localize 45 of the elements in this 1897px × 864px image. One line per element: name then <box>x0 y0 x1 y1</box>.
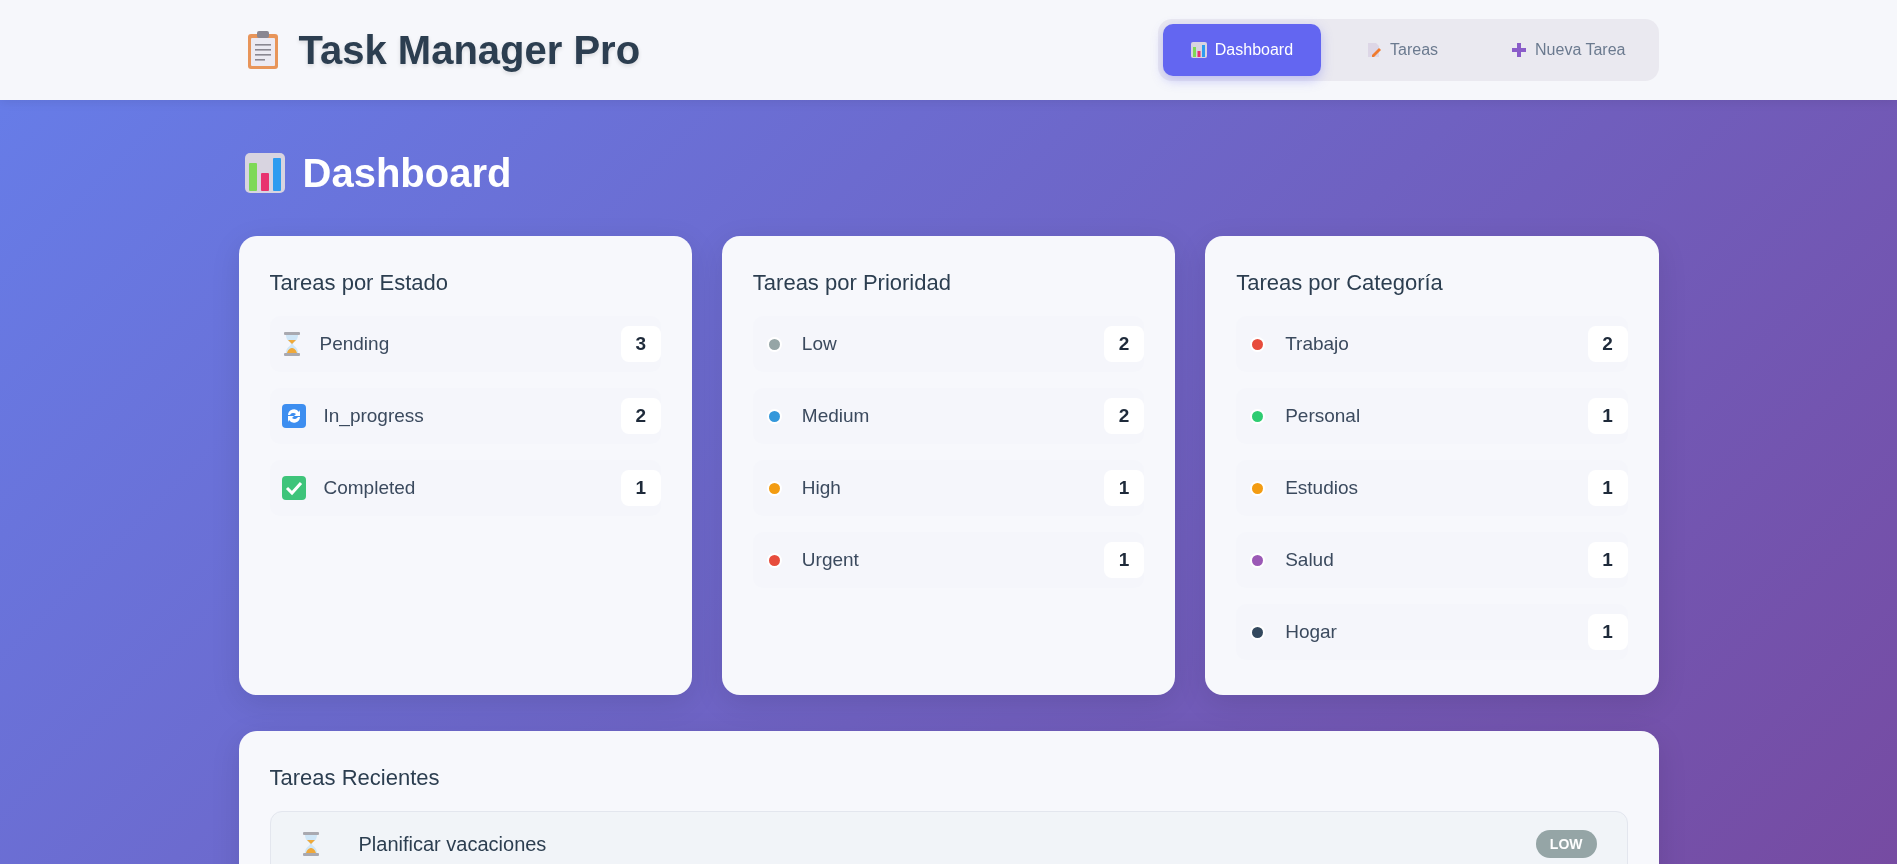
stat-label: Personal <box>1285 405 1362 427</box>
count-badge: 1 <box>620 470 661 506</box>
stat-label: High <box>801 477 842 499</box>
nav-tab[interactable]: Dashboard <box>1162 24 1322 76</box>
stat-label: In_progress <box>323 405 425 427</box>
count-badge: 1 <box>1587 398 1628 434</box>
nav-tab[interactable]: Nueva Tarea <box>1483 24 1654 76</box>
stat-label: Low <box>801 333 838 355</box>
clipboard-icon <box>246 30 279 70</box>
task-item[interactable]: Planificar vacaciones LOW <box>269 811 1628 864</box>
count-badge: 2 <box>620 398 661 434</box>
hourglass-icon <box>281 332 302 356</box>
count-badge: 1 <box>1587 470 1628 506</box>
stat-label: Trabajo <box>1285 333 1350 355</box>
count-badge: 2 <box>1587 326 1628 362</box>
count-badge: 3 <box>620 326 661 362</box>
count-badge: 1 <box>1587 542 1628 578</box>
priority-tag: LOW <box>1535 830 1597 858</box>
stat-label: Estudios <box>1285 477 1360 499</box>
stat-label: Hogar <box>1285 621 1338 643</box>
page-title: Dashboard <box>302 150 512 196</box>
plus-icon <box>1511 42 1528 58</box>
stat-label: Medium <box>801 405 871 427</box>
card-title: Tareas por Categoría <box>1236 270 1444 296</box>
count-badge: 1 <box>1104 542 1145 578</box>
nav-tab[interactable]: Tareas <box>1327 24 1478 76</box>
bar-chart-icon <box>1190 42 1207 58</box>
document-pencil-icon <box>1366 42 1383 58</box>
count-badge: 2 <box>1104 398 1145 434</box>
bar-chart-icon <box>244 153 285 193</box>
stat-label: Urgent <box>801 549 860 571</box>
card-title: Tareas por Estado <box>269 270 450 296</box>
refresh-icon <box>281 404 306 428</box>
count-badge: 2 <box>1104 326 1145 362</box>
card-title: Tareas Recientes <box>269 765 441 791</box>
task-title: Planificar vacaciones <box>358 832 548 856</box>
checkmark-icon <box>281 476 306 500</box>
hourglass-icon <box>300 832 321 856</box>
count-badge: 1 <box>1587 614 1628 650</box>
stat-label: Salud <box>1285 549 1335 571</box>
stat-label: Pending <box>319 333 391 355</box>
app-title: Task Manager Pro <box>298 27 641 73</box>
stat-label: Completed <box>323 477 417 499</box>
card-title: Tareas por Prioridad <box>752 270 952 296</box>
count-badge: 1 <box>1104 470 1145 506</box>
